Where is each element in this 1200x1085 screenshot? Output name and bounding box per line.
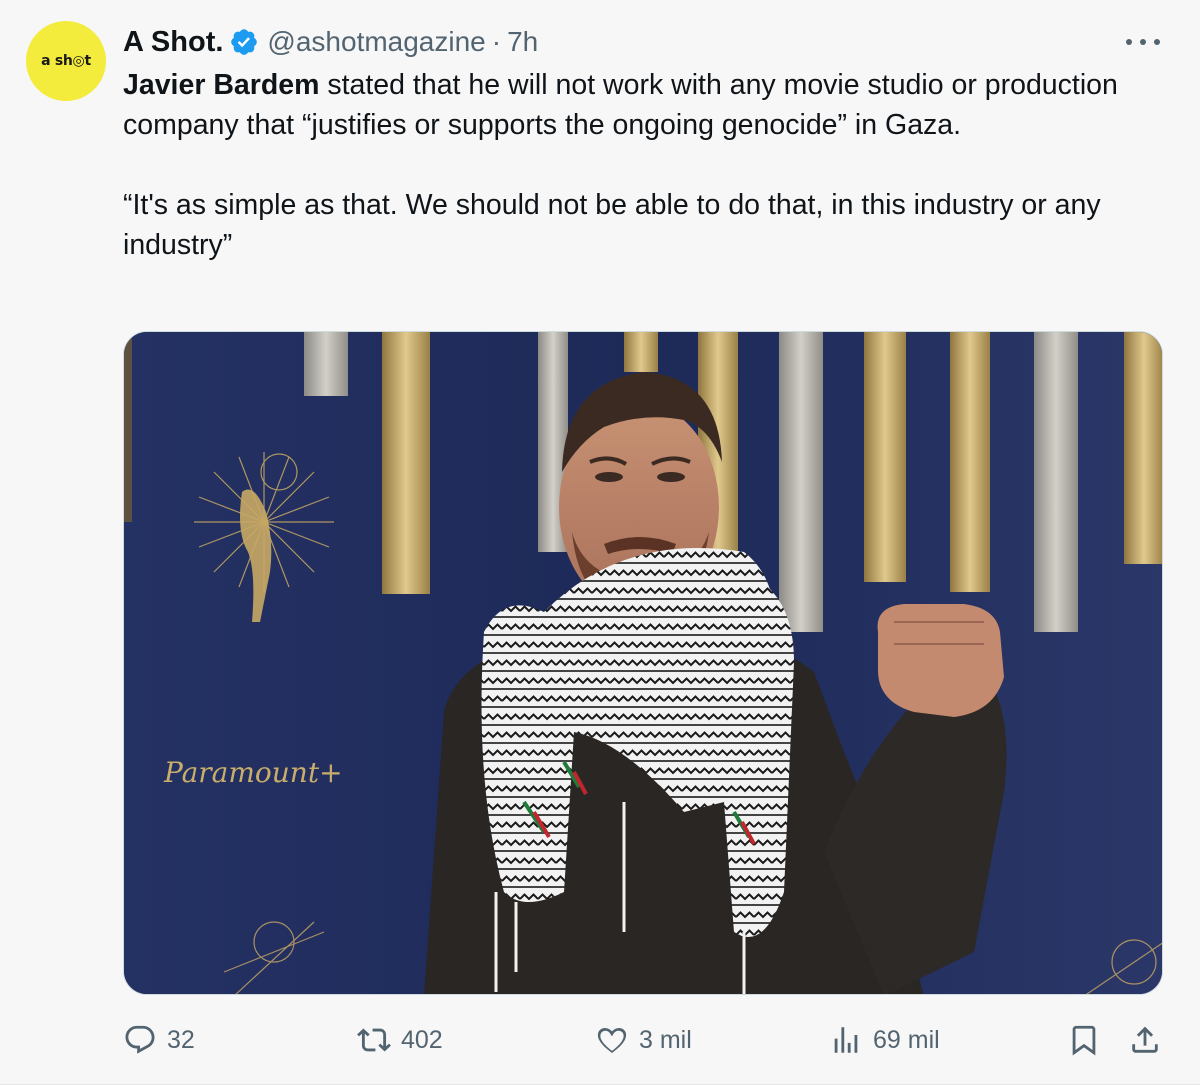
repost-button[interactable]: 402 <box>357 1018 443 1062</box>
tweet-card[interactable]: a sh◎t A Shot. @ashotmagazine · 7h Javie… <box>0 0 1200 1085</box>
tweet-text: Javier Bardem stated that he will not wo… <box>123 65 1163 265</box>
avatar-logo-text: a sh◎t <box>41 53 91 69</box>
views-icon <box>834 1027 858 1053</box>
backdrop-logo: Paramount+ <box>163 756 343 789</box>
views-button[interactable]: 69 mil <box>829 1018 940 1062</box>
author-handle[interactable]: @ashotmagazine <box>267 26 485 58</box>
reply-count: 32 <box>167 1025 195 1054</box>
tweet-paragraph-2: “It's as simple as that. We should not b… <box>123 189 1101 261</box>
views-count: 69 mil <box>873 1025 940 1054</box>
tweet-timestamp[interactable]: 7h <box>507 26 538 58</box>
reply-button[interactable]: 32 <box>123 1018 195 1062</box>
more-dot-icon <box>1154 39 1160 45</box>
repost-count: 402 <box>401 1025 443 1054</box>
share-button[interactable] <box>1128 1018 1162 1062</box>
tweet-photo[interactable]: Paramount+ <box>123 331 1163 995</box>
author-name[interactable]: A Shot. <box>123 26 223 59</box>
more-dot-icon <box>1126 39 1132 45</box>
more-options-button[interactable] <box>1126 30 1160 54</box>
mentioned-name: Javier Bardem <box>123 69 320 101</box>
more-dot-icon <box>1140 39 1146 45</box>
bookmark-button[interactable] <box>1067 1018 1101 1062</box>
like-icon <box>597 1027 627 1053</box>
header-separator: · <box>491 26 502 57</box>
verified-badge-icon <box>231 29 258 55</box>
photo-illustration: Paramount+ <box>124 332 1162 994</box>
tweet-header: A Shot. @ashotmagazine · 7h <box>123 24 538 60</box>
like-button[interactable]: 3 mil <box>595 1018 692 1062</box>
tweet-actions: 32 402 3 mil 69 mil <box>123 1018 1168 1062</box>
repost-icon <box>357 1028 391 1052</box>
reply-icon <box>125 1025 155 1054</box>
share-icon <box>1132 1026 1158 1053</box>
bookmark-icon <box>1072 1025 1096 1056</box>
like-count: 3 mil <box>639 1025 692 1054</box>
avatar[interactable]: a sh◎t <box>26 21 106 101</box>
tweet-paragraph-1: Javier Bardem stated that he will not wo… <box>123 65 1163 145</box>
